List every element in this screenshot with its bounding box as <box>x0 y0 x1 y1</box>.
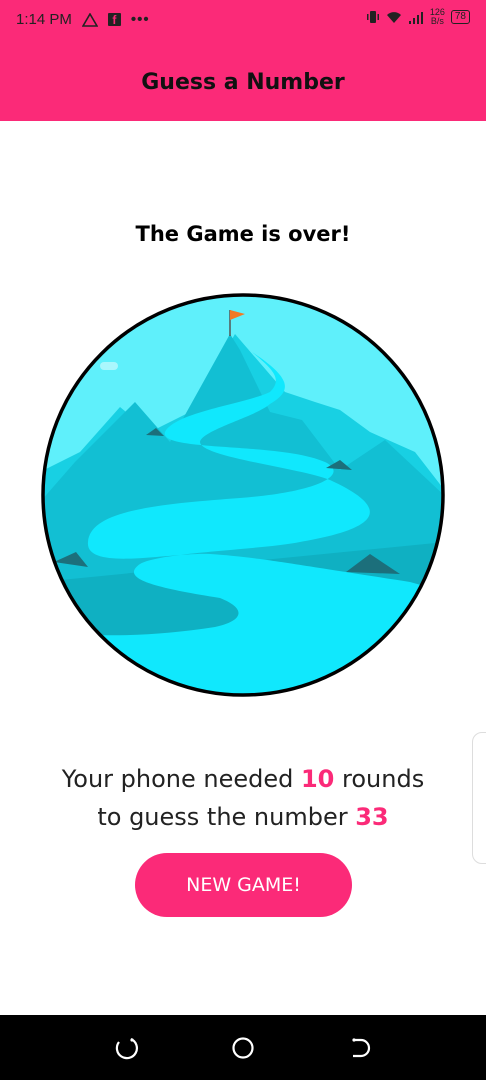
navigation-bar <box>0 1015 486 1080</box>
battery-level: 78 <box>454 11 466 22</box>
guessed-number: 33 <box>355 803 389 831</box>
recents-icon[interactable] <box>113 1035 139 1061</box>
cloud-shape <box>100 362 118 370</box>
status-right: 126 B/s 78 <box>366 8 470 26</box>
edge-panel-handle[interactable] <box>472 732 486 864</box>
message-middle: rounds <box>334 765 425 793</box>
back-icon[interactable] <box>348 1035 374 1061</box>
signal-icon <box>408 11 423 24</box>
status-bar: 1:14 PM f ••• 126 B/s 78 <box>0 0 486 44</box>
network-speed: 126 B/s <box>430 8 445 26</box>
rounds-count: 10 <box>300 765 335 793</box>
message-prefix: Your phone needed <box>61 765 301 793</box>
app-bar: Guess a Number <box>0 44 486 121</box>
new-game-button[interactable]: NEW GAME! <box>135 853 352 917</box>
more-notifications-icon: ••• <box>130 11 150 28</box>
game-over-title: The Game is over! <box>135 222 351 246</box>
result-message: Your phone needed 10 rounds to guess the… <box>0 760 486 836</box>
vibrate-icon <box>366 11 379 23</box>
message-line2-prefix: to guess the number <box>97 803 356 831</box>
status-left: 1:14 PM f ••• <box>16 11 150 28</box>
mountain-illustration <box>41 293 445 697</box>
facebook-icon: f <box>107 13 121 27</box>
app-title: Guess a Number <box>141 70 345 95</box>
wifi-icon <box>386 11 401 23</box>
status-time: 1:14 PM <box>16 11 72 28</box>
network-speed-unit: B/s <box>430 16 444 26</box>
warning-icon <box>81 12 98 27</box>
home-icon[interactable] <box>230 1035 256 1061</box>
battery-icon: 78 <box>450 10 470 24</box>
